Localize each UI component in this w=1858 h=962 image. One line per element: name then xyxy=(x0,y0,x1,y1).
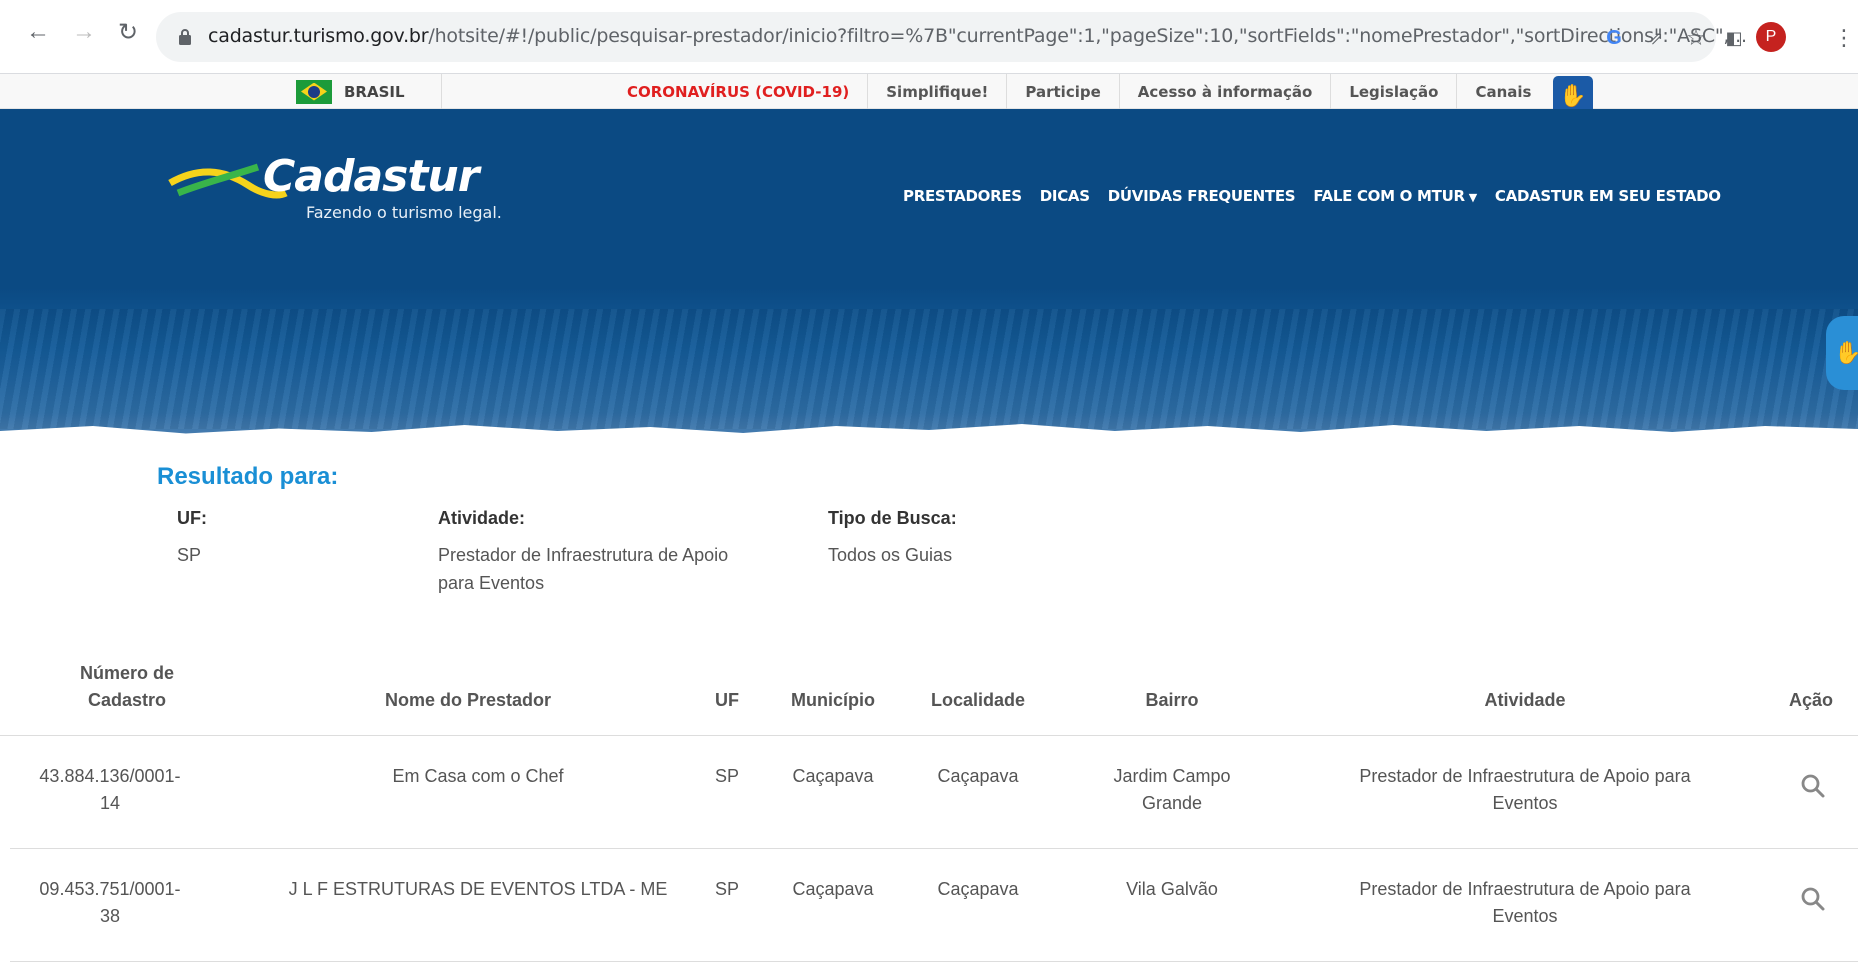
gov-link-covid[interactable]: CORONAVÍRUS (COVID-19) xyxy=(612,74,867,109)
col-bairro[interactable]: Bairro xyxy=(1102,687,1242,714)
nav-duvidas-frequentes[interactable]: DÚVIDAS FREQUENTES xyxy=(1108,187,1296,205)
brasil-label: BRASIL xyxy=(344,82,405,101)
col-localidade[interactable]: Localidade xyxy=(918,687,1038,714)
cell-uf: SP xyxy=(714,879,739,899)
cell-localidade: Caçapava xyxy=(937,766,1019,786)
cell-nome: Em Casa com o Chef xyxy=(392,766,564,786)
table-row: 09.453.751/0001-38 J L F ESTRUTURAS DE E… xyxy=(10,849,1858,962)
cell-municipio: Caçapava xyxy=(792,766,874,786)
filter-tipo-busca-label: Tipo de Busca: xyxy=(828,508,957,528)
cadastur-logo[interactable]: Cadastur Fazendo o turismo legal. xyxy=(168,151,508,231)
cell-atividade: Prestador de Infraestrutura de Apoio par… xyxy=(1359,766,1691,813)
gov-links: CORONAVÍRUS (COVID-19) Simplifique! Part… xyxy=(612,74,1549,109)
cell-numero: 09.453.751/0001-38 xyxy=(39,879,181,926)
gov-link-simplifique[interactable]: Simplifique! xyxy=(867,74,1006,109)
cell-bairro: Vila Galvão xyxy=(1126,879,1218,899)
header-banner: Cadastur Fazendo o turismo legal. PRESTA… xyxy=(0,109,1858,454)
forward-arrow-icon[interactable]: → xyxy=(70,18,98,46)
logo-tagline: Fazendo o turismo legal. xyxy=(306,203,502,222)
cell-uf: SP xyxy=(714,766,739,786)
banner-texture xyxy=(0,309,1858,429)
cell-nome: J L F ESTRUTURAS DE EVENTOS LTDA - ME xyxy=(288,879,668,899)
cell-localidade: Caçapava xyxy=(937,879,1019,899)
gov-link-participe[interactable]: Participe xyxy=(1006,74,1118,109)
filter-tipo-busca: Tipo de Busca: Todos os Guias xyxy=(828,508,1088,569)
bookmark-star-icon[interactable]: ☆ xyxy=(1684,25,1708,50)
gov-link-acesso-informacao[interactable]: Acesso à informação xyxy=(1118,74,1331,109)
gov-link-canais[interactable]: Canais xyxy=(1456,74,1549,109)
address-bar[interactable]: cadastur.turismo.gov.br/hotsite/#!/publi… xyxy=(156,12,1747,62)
url-text: cadastur.turismo.gov.br/hotsite/#!/publi… xyxy=(208,25,1747,47)
lock-icon xyxy=(179,29,191,45)
filter-uf-value: SP xyxy=(177,545,202,565)
profile-avatar[interactable]: P xyxy=(1756,22,1786,52)
nav-fale-com-o-mtur[interactable]: FALE COM O MTUR ▼ xyxy=(1313,187,1477,205)
brasil-link[interactable]: BRASIL xyxy=(296,74,442,109)
filter-tipo-busca-value: Todos os Guias xyxy=(828,545,953,565)
col-uf[interactable]: UF xyxy=(702,687,752,714)
caret-down-icon: ▼ xyxy=(1468,191,1477,204)
brazil-flag-icon xyxy=(296,79,332,104)
cell-municipio: Caçapava xyxy=(792,879,874,899)
menu-kebab-icon[interactable]: ⋮ xyxy=(1832,25,1856,50)
col-numero-cadastro[interactable]: Número de Cadastro xyxy=(62,660,192,714)
filter-atividade-value: Prestador de Infraestrutura de Apoio par… xyxy=(438,545,729,593)
side-accessibility-icon[interactable]: ✋ xyxy=(1826,316,1858,390)
search-icon[interactable] xyxy=(1800,773,1826,799)
nav-dicas[interactable]: DICAS xyxy=(1040,187,1090,205)
table-row: 43.884.136/0001-14 Em Casa com o Chef SP… xyxy=(10,736,1858,849)
share-icon[interactable]: ⇗ xyxy=(1644,26,1668,50)
google-icon[interactable]: G xyxy=(1602,26,1626,50)
col-atividade[interactable]: Atividade xyxy=(1340,687,1710,714)
cell-bairro: Jardim Campo Grande xyxy=(1113,766,1231,813)
browser-toolbar: ← → ↻ cadastur.turismo.gov.br/hotsite/#!… xyxy=(0,0,1858,74)
back-arrow-icon[interactable]: ← xyxy=(24,18,52,46)
filter-atividade-label: Atividade: xyxy=(438,508,526,528)
nav-cadastur-em-seu-estado[interactable]: CADASTUR EM SEU ESTADO xyxy=(1495,187,1721,205)
filter-uf-label: UF: xyxy=(177,508,207,528)
filter-uf: UF: SP xyxy=(177,508,297,569)
reload-icon[interactable]: ↻ xyxy=(114,18,142,46)
filter-atividade: Atividade: Prestador de Infraestrutura d… xyxy=(438,508,768,597)
col-municipio[interactable]: Município xyxy=(778,687,888,714)
col-nome-prestador[interactable]: Nome do Prestador xyxy=(338,687,598,714)
nav-fale-label: FALE COM O MTUR xyxy=(1313,187,1465,205)
cell-atividade: Prestador de Infraestrutura de Apoio par… xyxy=(1359,879,1691,926)
results-title: Resultado para: xyxy=(157,463,339,490)
main-nav: PRESTADORES DICAS DÚVIDAS FREQUENTES FAL… xyxy=(903,187,1739,205)
search-icon[interactable] xyxy=(1800,886,1826,912)
logo-brand-text: Cadastur xyxy=(263,151,479,202)
cell-numero: 43.884.136/0001-14 xyxy=(39,766,181,813)
col-acao: Ação xyxy=(1788,690,1833,710)
nav-prestadores[interactable]: PRESTADORES xyxy=(903,187,1022,205)
gov-link-legislacao[interactable]: Legislação xyxy=(1330,74,1456,109)
side-panel-icon[interactable]: ◧ xyxy=(1722,26,1746,50)
gov-bar: BRASIL CORONAVÍRUS (COVID-19) Simplifiqu… xyxy=(0,74,1858,116)
table-header: Número de Cadastro Nome do Prestador UF … xyxy=(0,660,1858,736)
